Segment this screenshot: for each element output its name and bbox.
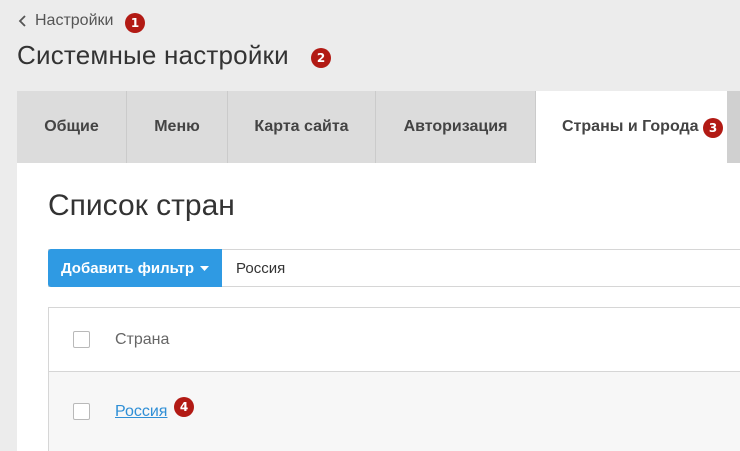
table-row: Россия 4 bbox=[49, 372, 740, 451]
country-link[interactable]: Россия bbox=[115, 403, 167, 421]
tabs-overflow-strip bbox=[727, 91, 740, 163]
add-filter-button[interactable]: Добавить фильтр bbox=[48, 249, 222, 287]
back-link[interactable]: Настройки bbox=[18, 12, 113, 30]
tab-label: Карта сайта bbox=[254, 118, 349, 135]
tab-countries-cities[interactable]: Страны и Города bbox=[536, 91, 727, 163]
annotation-badge-1: 1 bbox=[125, 13, 145, 33]
filter-bar: Добавить фильтр bbox=[48, 249, 740, 287]
column-header-country: Страна bbox=[115, 330, 170, 348]
page-title: Системные настройки bbox=[17, 40, 289, 70]
back-link-label: Настройки bbox=[35, 12, 114, 29]
section-title: Список стран bbox=[48, 189, 235, 222]
tab-label: Авторизация bbox=[403, 118, 508, 135]
countries-table: Страна Россия 4 bbox=[48, 307, 740, 451]
tab-label: Страны и Города bbox=[562, 118, 699, 135]
add-filter-label: Добавить фильтр bbox=[60, 259, 195, 277]
chevron-left-icon bbox=[18, 15, 26, 27]
select-all-checkbox[interactable] bbox=[73, 331, 90, 348]
table-header-row: Страна bbox=[49, 308, 740, 372]
tab-label: Общие bbox=[44, 118, 99, 135]
annotation-badge-2: 2 bbox=[311, 48, 331, 68]
tab-label: Меню bbox=[154, 118, 200, 135]
caret-down-icon bbox=[200, 265, 210, 271]
annotation-badge-4: 4 bbox=[174, 397, 194, 417]
main-panel: Список стран Добавить фильтр Страна Росс… bbox=[17, 163, 740, 451]
tab-authorization[interactable]: Авторизация bbox=[376, 91, 536, 163]
row-checkbox[interactable] bbox=[73, 403, 90, 420]
filter-input[interactable] bbox=[222, 250, 740, 286]
annotation-badge-3: 3 bbox=[703, 118, 723, 138]
settings-tabs: Общие Меню Карта сайта Авторизация Стран… bbox=[17, 91, 740, 163]
tab-general[interactable]: Общие bbox=[17, 91, 127, 163]
tab-sitemap[interactable]: Карта сайта bbox=[228, 91, 376, 163]
tab-menu[interactable]: Меню bbox=[127, 91, 228, 163]
